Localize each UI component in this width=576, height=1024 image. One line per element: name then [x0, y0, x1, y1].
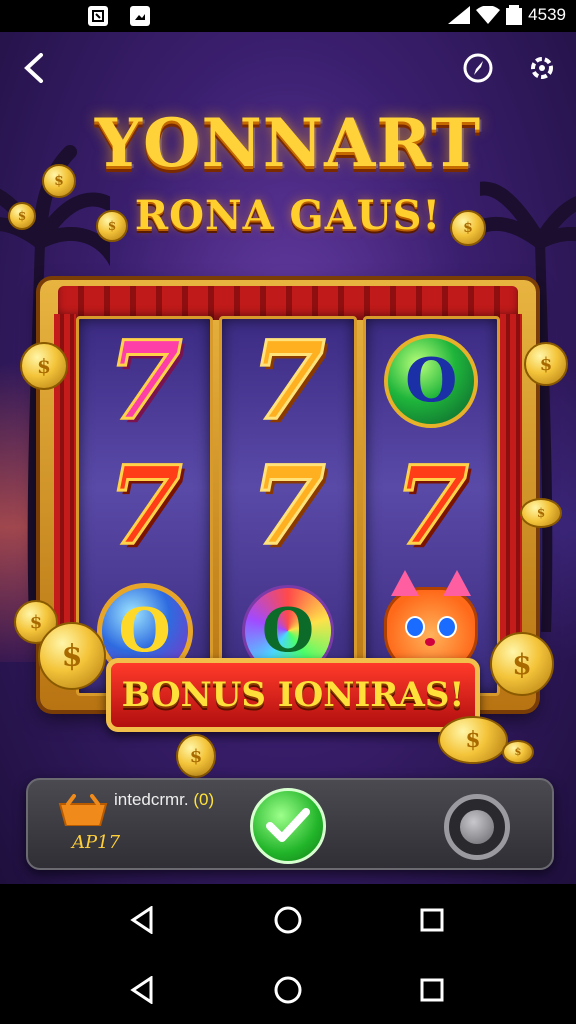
back-arrow-icon[interactable]: [16, 50, 52, 86]
back-triangle-icon[interactable]: [124, 902, 160, 938]
curtain-right: [500, 314, 522, 684]
game-subtitle: RONA GAUS!: [134, 192, 442, 239]
panel-label: intedcrmr. (0): [114, 790, 215, 809]
spin-knob-button[interactable]: [444, 794, 510, 860]
coin-icon: $: [438, 716, 508, 764]
reel-symbol: 7: [106, 318, 184, 445]
reel-symbol: O: [375, 325, 487, 437]
home-circle-icon[interactable]: [270, 902, 306, 938]
spin-knob-icon: [460, 810, 494, 844]
coin-icon: $: [38, 622, 106, 690]
bonus-banner-label: BONUS IONIRAS!: [121, 675, 465, 715]
back-triangle-icon[interactable]: [124, 972, 160, 1008]
basket-icon[interactable]: [58, 794, 108, 826]
coin-icon: $: [524, 342, 568, 386]
coin-icon: $: [502, 740, 534, 764]
reels: 7 7 O 7 7 O O 7: [76, 316, 500, 696]
top-bar: [0, 32, 576, 102]
compass-icon[interactable]: [460, 50, 496, 86]
status-time: 4539: [528, 5, 566, 24]
status-bar: 4539: [0, 0, 576, 32]
battery-icon: [506, 5, 523, 25]
image-icon: [130, 6, 150, 26]
reel-2: 7 7 O: [219, 316, 357, 696]
notification-icon: [88, 6, 108, 26]
reel-3: O 7: [362, 316, 500, 696]
coin-icon: $: [96, 210, 128, 242]
control-panel: intedcrmr. (0) AP17: [26, 778, 554, 870]
home-circle-icon[interactable]: [270, 972, 306, 1008]
recents-square-icon[interactable]: [414, 972, 450, 1008]
coin-icon: $: [8, 202, 36, 230]
reel-symbol: 7: [106, 442, 184, 569]
check-icon: [266, 808, 310, 842]
confirm-button[interactable]: [250, 788, 326, 864]
wifi-icon: [476, 6, 501, 24]
game-screen: YONNART RONA GAUS! 7 7 O 7 7 O O 7 BONUS…: [0, 32, 576, 884]
bonus-banner[interactable]: BONUS IONIRAS!: [106, 658, 480, 732]
coin-icon: $: [490, 632, 554, 696]
signal-icon: [448, 6, 471, 24]
coin-icon: $: [176, 734, 216, 778]
reel-symbol: 7: [392, 442, 470, 569]
game-title: YONNART: [94, 104, 482, 182]
settings-icon[interactable]: [524, 50, 560, 86]
system-nav-bar-secondary: [0, 954, 576, 1024]
coin-icon: $: [20, 342, 68, 390]
coin-icon: $: [450, 210, 486, 246]
recents-square-icon[interactable]: [414, 902, 450, 938]
panel-sublabel: AP17: [72, 832, 121, 853]
curtain-valance: [58, 286, 518, 320]
reel-symbol: 7: [249, 318, 327, 445]
slot-machine: 7 7 O 7 7 O O 7 BONUS IONIRAS!: [30, 260, 546, 732]
coin-icon: $: [520, 498, 562, 528]
reel-symbol: 7: [249, 442, 327, 569]
system-nav-bar: [0, 884, 576, 954]
coin-icon: $: [42, 164, 76, 198]
